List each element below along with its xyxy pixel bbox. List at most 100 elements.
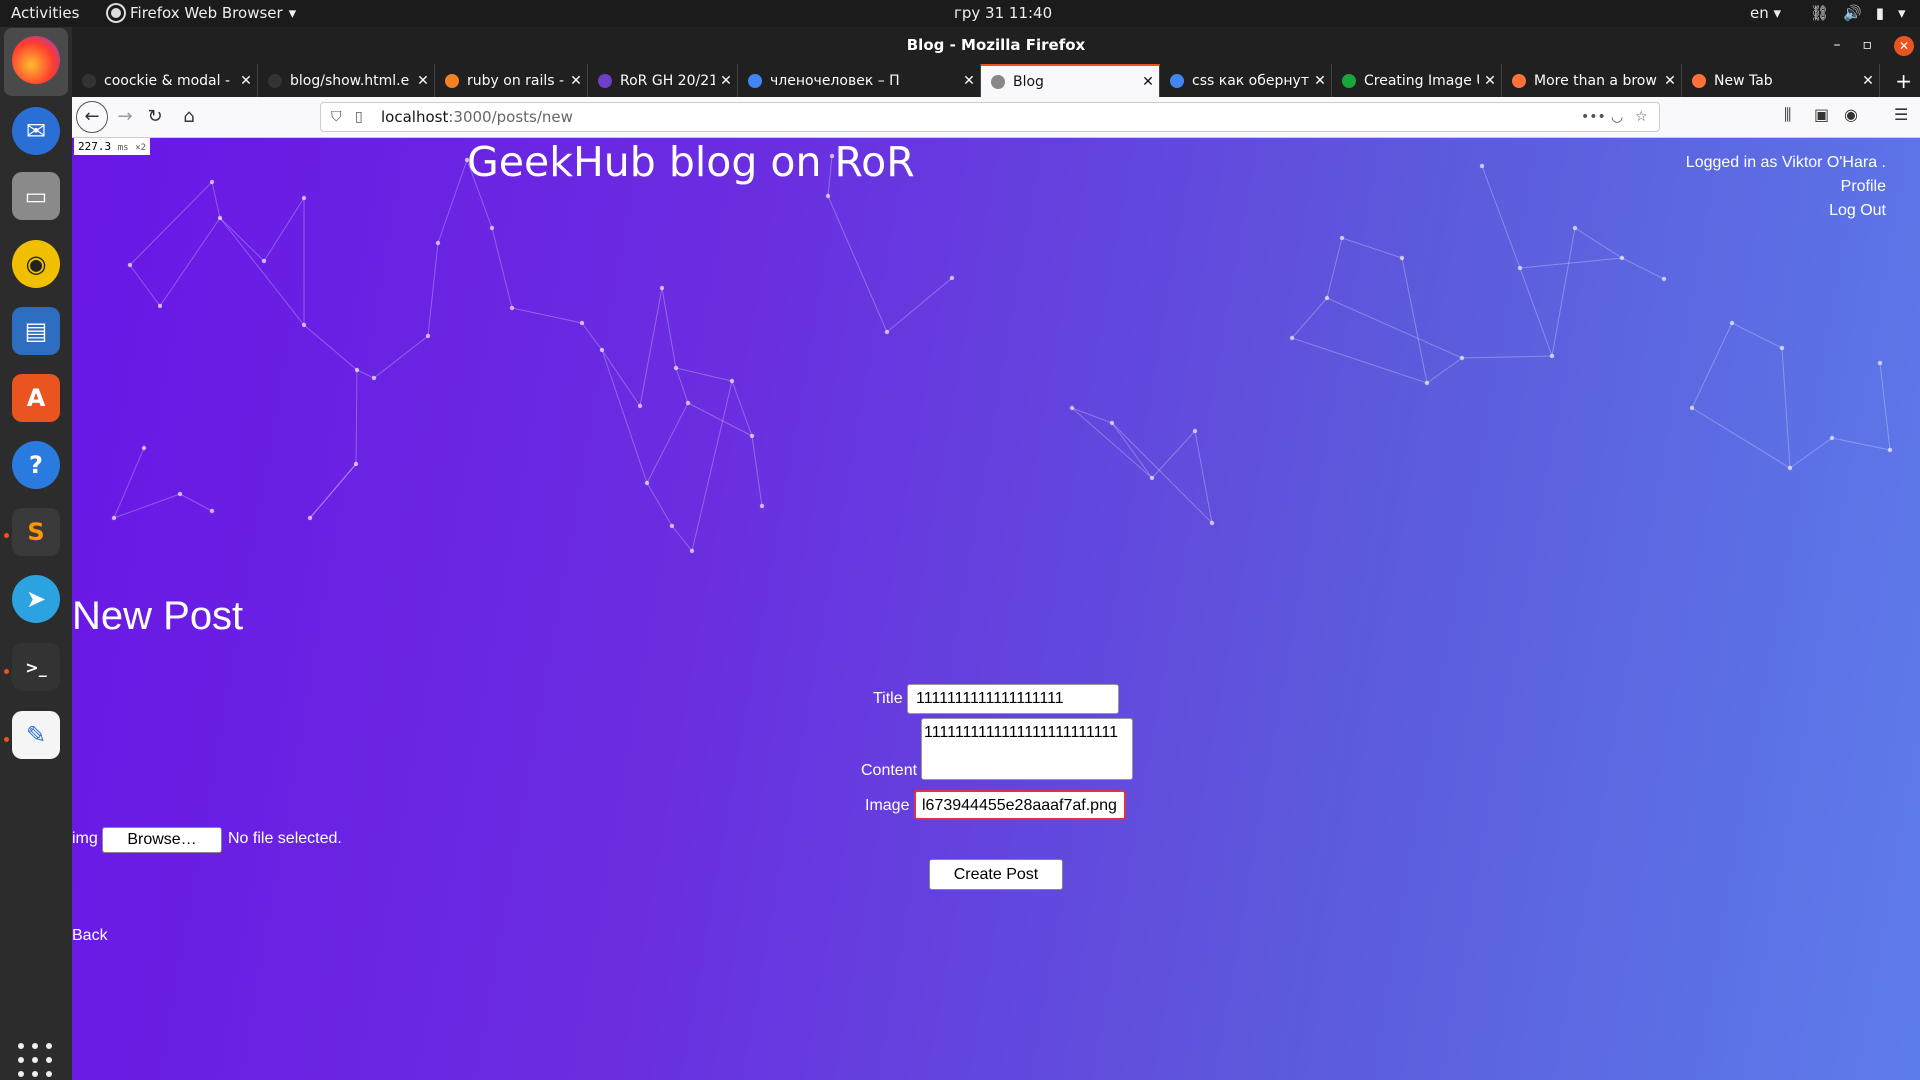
- chevron-down-icon: ▾: [288, 4, 297, 22]
- minimize-button[interactable]: –: [1834, 27, 1841, 64]
- system-tray[interactable]: ⛓ 🔊 ▮ ▾: [1810, 4, 1906, 22]
- system-top-bar: Activities Firefox Web Browser ▾ гру 31 …: [0, 0, 1920, 27]
- close-tab-icon[interactable]: ✕: [715, 73, 737, 89]
- tab-item[interactable]: css как обернуть ✕: [1160, 64, 1332, 97]
- page-info-icon[interactable]: ▯: [355, 103, 363, 131]
- maximize-button[interactable]: ▫: [1863, 27, 1873, 64]
- tab-label: членочеловек – П: [770, 72, 900, 89]
- perf-unit: ms: [117, 143, 129, 153]
- content-textarea[interactable]: 1111111111111111111111111: [921, 718, 1133, 780]
- tab-label: css как обернуть: [1192, 72, 1309, 89]
- close-tab-icon[interactable]: ✕: [1659, 73, 1681, 89]
- account-icon[interactable]: ◉: [1844, 105, 1858, 124]
- reload-button[interactable]: ↻: [142, 104, 168, 130]
- browse-button[interactable]: Browse…: [102, 827, 222, 853]
- bookmark-star-icon[interactable]: ☆: [1635, 103, 1648, 131]
- page-title: New Post: [72, 594, 244, 638]
- tab-item[interactable]: ruby on rails - Nam✕: [435, 64, 588, 97]
- image-label: Image: [865, 797, 910, 814]
- window-titlebar[interactable]: Blog - Mozilla Firefox – ▫ ✕: [72, 27, 1920, 64]
- show-applications-icon[interactable]: [18, 1043, 54, 1079]
- img-label: img: [72, 830, 98, 847]
- sublime-text-icon[interactable]: S: [12, 508, 60, 556]
- volume-icon: 🔊: [1843, 4, 1862, 22]
- tab-item[interactable]: членочеловек – П ✕: [738, 64, 981, 97]
- tab-label: coockie & modal -: [104, 72, 231, 89]
- url-text: localhost:3000/posts/new: [381, 103, 573, 131]
- perf-multiplier: ×2: [135, 143, 147, 153]
- new-tab-button[interactable]: +: [1895, 69, 1912, 93]
- title-label: Title: [873, 690, 903, 707]
- performance-badge[interactable]: 227.3 ms ×2: [74, 138, 151, 155]
- close-tab-icon[interactable]: ✕: [1309, 73, 1331, 89]
- firefox-window: Blog - Mozilla Firefox – ▫ ✕ + coockie &…: [72, 27, 1920, 1080]
- running-indicator: [4, 737, 9, 742]
- firefox-icon[interactable]: [12, 36, 60, 84]
- app-menu-label: Firefox Web Browser: [130, 4, 283, 22]
- create-post-button[interactable]: Create Post: [929, 859, 1063, 890]
- close-window-button[interactable]: ✕: [1894, 36, 1914, 56]
- url-host: localhost: [381, 108, 449, 126]
- tab-label: ruby on rails - Nam: [467, 72, 565, 89]
- libreoffice-writer-icon[interactable]: ▤: [12, 307, 60, 355]
- profile-link[interactable]: Profile: [1686, 175, 1886, 199]
- tab-favicon-icon: [598, 73, 612, 88]
- tab-item[interactable]: coockie & modal - ✕: [72, 64, 258, 97]
- title-input[interactable]: 1111111111111111111: [907, 684, 1119, 714]
- tab-item[interactable]: More than a brow ✕: [1502, 64, 1682, 97]
- close-tab-icon[interactable]: ✕: [1857, 73, 1879, 89]
- back-link[interactable]: Back: [72, 927, 108, 945]
- shield-icon[interactable]: ⛉: [331, 103, 342, 131]
- perf-value: 227.3: [78, 140, 112, 153]
- tab-label: Blog: [1013, 73, 1044, 90]
- tab-favicon-icon: [268, 73, 282, 88]
- tab-item[interactable]: blog/show.html.e ✕: [258, 64, 435, 97]
- language-label: en: [1750, 4, 1769, 22]
- telegram-icon[interactable]: ➤: [12, 575, 60, 623]
- close-tab-icon[interactable]: ✕: [565, 73, 587, 89]
- image-input[interactable]: l673944455e28aaaf7af.png: [914, 790, 1126, 820]
- url-bar[interactable]: ⛉ ▯ localhost:3000/posts/new ••• ◡ ☆: [320, 102, 1660, 132]
- terminal-icon[interactable]: >_: [12, 643, 60, 691]
- software-center-icon[interactable]: A: [12, 374, 60, 422]
- sidebar-icon[interactable]: ▣: [1814, 105, 1829, 124]
- back-button[interactable]: ←: [76, 101, 108, 133]
- close-tab-icon[interactable]: ✕: [412, 73, 434, 89]
- page-actions-icon[interactable]: •••: [1581, 103, 1606, 131]
- library-icon[interactable]: ⫼: [1784, 105, 1791, 125]
- text-editor-icon[interactable]: ✎: [12, 711, 60, 759]
- content-label: Content: [861, 762, 918, 779]
- firefox-icon: [108, 5, 124, 21]
- logout-link[interactable]: Log Out: [1686, 199, 1886, 223]
- thunderbird-icon[interactable]: ✉: [12, 107, 60, 155]
- tab-favicon-icon: [82, 73, 96, 88]
- dock: ✉ ▭ ◉ ▤ A ? S ➤ >_ ✎: [0, 27, 72, 1080]
- network-icon: ⛓: [1810, 4, 1830, 22]
- url-path: :3000/posts/new: [448, 108, 573, 126]
- web-page: 227.3 ms ×2 GeekHub blog on RoR Logged i…: [72, 138, 1920, 1080]
- language-indicator[interactable]: en ▾: [1750, 4, 1781, 22]
- tab-label: More than a brow: [1534, 72, 1657, 89]
- close-tab-icon[interactable]: ✕: [958, 73, 980, 89]
- site-title: GeekHub blog on RoR: [467, 138, 915, 186]
- app-menu[interactable]: Firefox Web Browser ▾: [108, 4, 296, 22]
- tab-item[interactable]: New Tab ✕: [1682, 64, 1880, 97]
- help-icon[interactable]: ?: [12, 441, 60, 489]
- tab-item[interactable]: Creating Image U ✕: [1332, 64, 1502, 97]
- files-icon[interactable]: ▭: [12, 172, 60, 220]
- close-tab-icon[interactable]: ✕: [235, 73, 257, 89]
- activities-button[interactable]: Activities: [11, 4, 79, 22]
- forward-button[interactable]: →: [112, 104, 138, 130]
- close-tab-icon[interactable]: ✕: [1479, 73, 1501, 89]
- clock[interactable]: гру 31 11:40: [954, 4, 1052, 22]
- running-indicator: [4, 533, 9, 538]
- menu-icon[interactable]: ☰: [1894, 105, 1908, 124]
- tab-item[interactable]: Blog ✕: [981, 64, 1160, 97]
- tab-label: New Tab: [1714, 72, 1773, 89]
- pocket-icon[interactable]: ◡: [1611, 103, 1623, 131]
- tab-item[interactable]: RoR GH 20/21 Hor✕: [588, 64, 738, 97]
- home-button[interactable]: ⌂: [176, 104, 202, 130]
- tab-favicon-icon: [1170, 73, 1184, 88]
- rhythmbox-icon[interactable]: ◉: [12, 240, 60, 288]
- close-tab-icon[interactable]: ✕: [1137, 74, 1159, 90]
